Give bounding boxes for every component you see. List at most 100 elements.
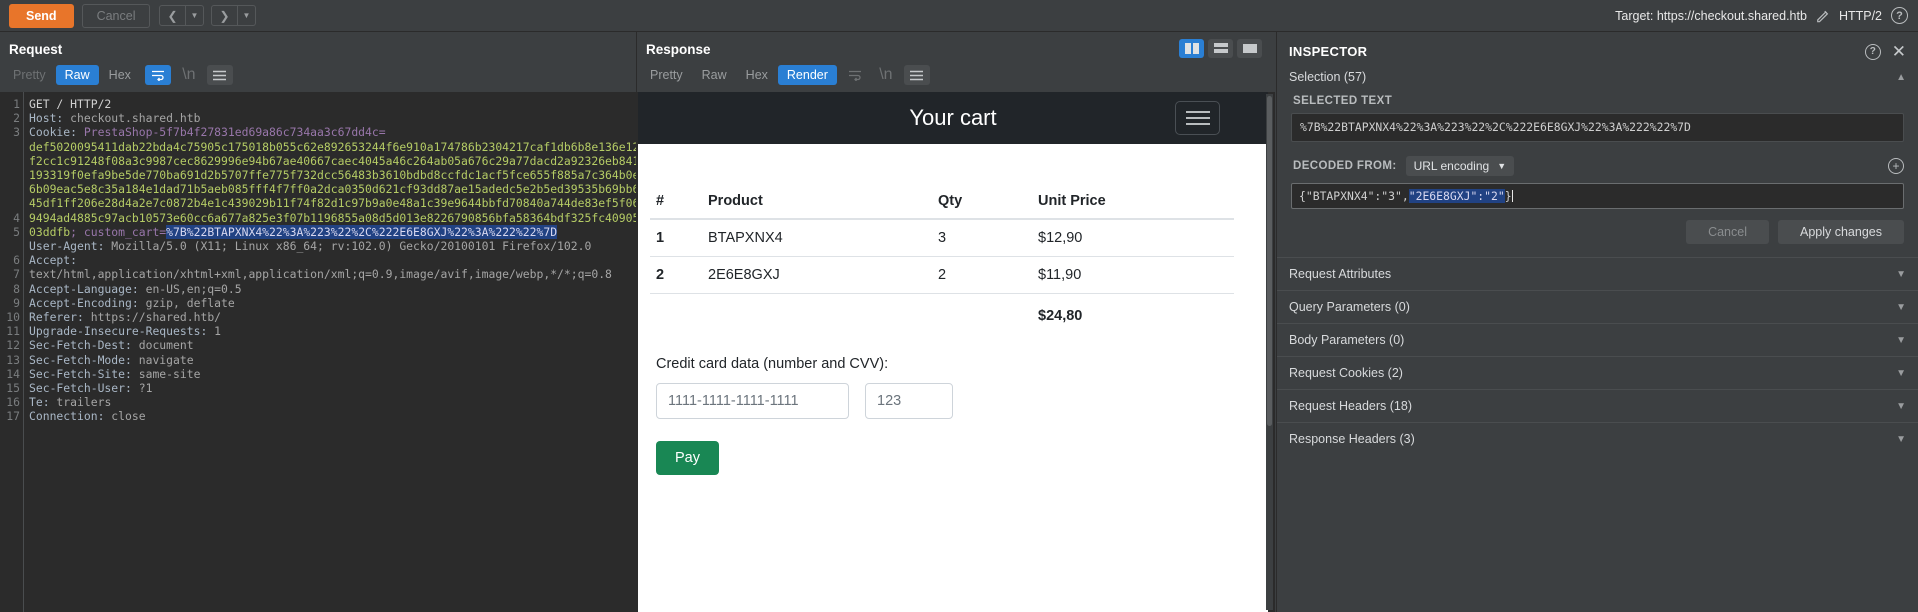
credit-card-cvv-input[interactable] [865, 383, 953, 419]
tab-raw-response[interactable]: Raw [693, 65, 736, 85]
column-header-index: # [650, 184, 702, 220]
decoded-suffix: } [1504, 189, 1512, 203]
row-qty: 2 [932, 256, 1032, 294]
plus-circle-icon[interactable]: + [1888, 158, 1904, 174]
pencil-icon[interactable] [1816, 9, 1830, 23]
close-icon[interactable]: ✕ [1892, 43, 1906, 60]
split-vertical-icon[interactable] [1179, 39, 1204, 58]
cookie-header-name: Cookie: [29, 125, 78, 140]
cancel-button[interactable]: Cancel [81, 3, 151, 28]
section-request-headers[interactable]: Request Headers (18) ▼ [1277, 389, 1918, 422]
row-price: $12,90 [1032, 219, 1234, 257]
te-header-value: trailers [49, 395, 112, 410]
cart-body: # Product Qty Unit Price 1 BTAPXNX4 3 $1… [638, 144, 1268, 475]
response-tabs: Pretty Raw Hex Render \n [637, 57, 1275, 92]
section-request-cookies[interactable]: Request Cookies (2) ▼ [1277, 356, 1918, 389]
section-body-parameters[interactable]: Body Parameters (0) ▼ [1277, 323, 1918, 356]
total-spacer-3 [932, 294, 1032, 335]
previous-request-group[interactable]: ❮ ▼ [159, 5, 205, 26]
custom-cart-cookie-value-selected[interactable]: %7B%22BTAPXNX4%22%3A%223%22%2C%222E6E8GX… [166, 224, 558, 239]
decoded-from-row: DECODED FROM: URL encoding ▼ + [1277, 142, 1918, 183]
inspector-cancel-button[interactable]: Cancel [1686, 220, 1769, 244]
upgrade-insecure-requests-header-value: 1 [207, 324, 222, 339]
chevron-down-icon-prev[interactable]: ▼ [186, 6, 204, 25]
split-horizontal-icon[interactable] [1208, 39, 1233, 58]
section-label: Request Cookies (2) [1289, 366, 1403, 380]
tab-hex-response[interactable]: Hex [737, 65, 777, 85]
connection-header-name: Connection: [29, 409, 105, 424]
request-tabs: Pretty Raw Hex \n [0, 57, 636, 92]
row-price: $11,90 [1032, 256, 1234, 294]
upgrade-insecure-requests-header-name: Upgrade-Insecure-Requests: [29, 324, 208, 339]
response-render-view: Your cart # Product Qty Unit Price 1 BTA… [637, 92, 1275, 612]
sec-fetch-dest-header-value: document [131, 338, 194, 353]
chevron-right-icon[interactable]: ❯ [212, 6, 236, 25]
rendered-page: Your cart # Product Qty Unit Price 1 BTA… [638, 92, 1268, 612]
send-button[interactable]: Send [9, 3, 74, 28]
credit-card-label: Credit card data (number and CVV): [656, 356, 889, 372]
target-label: Target: https://checkout.shared.htb [1615, 8, 1807, 23]
section-label: Response Headers (3) [1289, 432, 1415, 446]
word-wrap-icon-request[interactable] [144, 65, 171, 85]
row-qty: 3 [932, 219, 1032, 257]
top-toolbar: Send Cancel ❮ ▼ ❯ ▼ Target: https://chec… [0, 0, 1918, 32]
accept-header-value: text/html,application/xhtml+xml,applicat… [29, 267, 612, 282]
accept-encoding-header-name: Accept-Encoding: [29, 295, 139, 310]
decoder-select[interactable]: URL encoding ▼ [1405, 156, 1515, 176]
response-menu-icon[interactable] [903, 65, 930, 85]
sec-fetch-mode-header-value: navigate [131, 352, 194, 367]
chevron-left-icon[interactable]: ❮ [160, 6, 184, 25]
hamburger-menu-icon[interactable] [1175, 101, 1220, 135]
table-row: 2 2E6E8GXJ 2 $11,90 [650, 256, 1234, 294]
chevron-down-icon: ▼ [1896, 400, 1906, 412]
section-label: Body Parameters (0) [1289, 333, 1405, 347]
response-scrollbar[interactable] [1266, 94, 1273, 610]
request-menu-icon[interactable] [206, 65, 233, 85]
inspector-action-buttons: Cancel Apply changes [1277, 209, 1918, 257]
section-response-headers[interactable]: Response Headers (3) ▼ [1277, 422, 1918, 455]
inspector-panel: INSPECTOR ? ✕ Selection (57) ▲ SELECTED … [1276, 32, 1918, 612]
next-request-group[interactable]: ❯ ▼ [211, 5, 257, 26]
chevron-down-icon-next[interactable]: ▼ [238, 6, 256, 25]
cookie-hex-line-6: 9494ad4885c97acb10573e60cc6a677a825e3f07… [29, 210, 636, 225]
table-row: 1 BTAPXNX4 3 $12,90 [650, 219, 1234, 257]
table-total-row: $24,80 [650, 294, 1234, 335]
tab-raw-request[interactable]: Raw [55, 65, 99, 85]
show-newlines-icon-request[interactable]: \n [176, 65, 202, 85]
referer-header-name: Referer: [29, 310, 84, 325]
sec-fetch-mode-header-name: Sec-Fetch-Mode: [29, 352, 132, 367]
credit-card-row [650, 383, 1256, 419]
column-header-product: Product [702, 184, 932, 220]
section-query-parameters[interactable]: Query Parameters (0) ▼ [1277, 290, 1918, 323]
apply-changes-button[interactable]: Apply changes [1777, 220, 1904, 244]
te-header-name: Te: [29, 395, 50, 410]
selection-section-header[interactable]: Selection (57) ▲ [1277, 60, 1918, 84]
chevron-down-icon: ▼ [1896, 301, 1906, 313]
total-spacer-1 [650, 294, 702, 335]
section-label: Request Headers (18) [1289, 399, 1412, 413]
tab-render-response[interactable]: Render [777, 65, 837, 85]
tab-pretty-response[interactable]: Pretty [641, 65, 692, 85]
total-spacer-2 [702, 294, 932, 335]
inspector-help-icon[interactable]: ? [1864, 43, 1881, 60]
section-request-attributes[interactable]: Request Attributes ▼ [1277, 257, 1918, 290]
single-pane-icon[interactable] [1237, 39, 1262, 58]
tab-pretty-request[interactable]: Pretty [4, 65, 55, 85]
section-label: Request Attributes [1289, 267, 1392, 281]
pay-button[interactable]: Pay [656, 441, 719, 475]
cart-total: $24,80 [1038, 308, 1083, 324]
accept-language-header-value: en-US,en;q=0.5 [138, 281, 242, 296]
credit-card-number-input[interactable] [656, 383, 849, 419]
decoded-value-editor[interactable]: {"BTAPXNX4":"3","2E6E8GXJ":"2"} [1291, 183, 1904, 209]
selected-text-value[interactable]: %7B%22BTAPXNX4%22%3A%223%22%2C%222E6E8GX… [1291, 113, 1904, 142]
word-wrap-icon-response[interactable] [842, 65, 868, 85]
layout-buttons [1179, 39, 1262, 58]
show-newlines-icon-response[interactable]: \n [873, 65, 899, 85]
tab-hex-request[interactable]: Hex [100, 65, 140, 85]
request-editor[interactable]: 1 2 3 4 5 6 7 8 9 10 11 12 13 14 15 16 1… [0, 92, 636, 612]
request-raw-text[interactable]: GET / HTTP/2 Host: checkout.shared.htb C… [24, 92, 636, 612]
help-icon[interactable]: ? [1891, 7, 1908, 24]
chevron-up-icon[interactable]: ▲ [1896, 72, 1906, 83]
cart-table: # Product Qty Unit Price 1 BTAPXNX4 3 $1… [650, 184, 1234, 334]
row-index: 2 [650, 256, 702, 294]
